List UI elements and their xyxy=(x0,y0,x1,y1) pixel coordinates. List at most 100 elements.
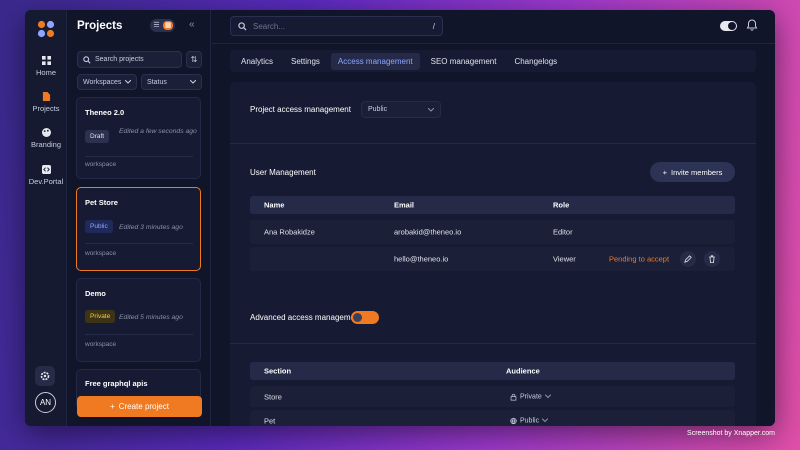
top-bar: Search... / xyxy=(212,10,775,44)
search-shortcut: / xyxy=(432,21,435,31)
project-access-label: Project access management xyxy=(250,105,351,114)
delete-user-button[interactable] xyxy=(704,251,720,267)
tab-access-management[interactable]: Access management xyxy=(330,52,420,70)
global-search-input[interactable]: Search... / xyxy=(230,16,443,36)
nav-item-label: Dev.Portal xyxy=(28,177,64,186)
project-name: Theneo 2.0 xyxy=(85,108,125,117)
view-toggle[interactable]: ☰ ▦ xyxy=(150,19,175,32)
workspaces-dropdown-label: Workspaces xyxy=(83,78,122,86)
column-header-name: Name xyxy=(264,200,285,210)
project-name: Free graphql apis xyxy=(85,379,148,388)
plus-icon: + xyxy=(662,167,668,177)
project-name: Pet Store xyxy=(85,198,118,207)
nav-item-projects[interactable]: Projects xyxy=(25,92,67,113)
column-header-email: Email xyxy=(394,200,415,210)
workspaces-dropdown[interactable]: Workspaces xyxy=(77,74,137,90)
search-placeholder: Search projects xyxy=(95,56,144,63)
table-row[interactable]: hello@theneo.io Viewer Pending to accept xyxy=(250,247,735,271)
chevron-down-icon xyxy=(125,80,131,84)
card-divider xyxy=(85,334,193,335)
column-header-section: Section xyxy=(264,366,292,376)
chevron-down-icon xyxy=(428,107,434,112)
theneo-logo-icon xyxy=(37,20,55,38)
watermark: Screenshot by Xnapper.com xyxy=(687,430,775,437)
main-content: Search... / Analytics Settings Access ma… xyxy=(212,10,775,426)
list-view-icon[interactable]: ☰ xyxy=(152,21,161,30)
user-email: hello@theneo.io xyxy=(394,254,449,264)
plus-icon: + xyxy=(110,402,115,411)
settings-button[interactable] xyxy=(35,366,55,386)
tab-settings[interactable]: Settings xyxy=(284,53,327,70)
project-search-input[interactable]: Search projects xyxy=(77,51,182,68)
search-icon xyxy=(238,21,247,31)
nav-item-branding[interactable]: Branding xyxy=(25,128,67,149)
gear-icon xyxy=(40,371,50,381)
audience-select[interactable]: Private xyxy=(510,393,551,400)
project-access-value: Public xyxy=(368,106,388,113)
document-icon xyxy=(42,92,50,101)
bell-icon[interactable] xyxy=(746,19,758,31)
tab-analytics[interactable]: Analytics xyxy=(234,53,280,70)
edited-time: Edited a few seconds ago xyxy=(119,128,197,135)
nav-item-label: Projects xyxy=(32,104,60,113)
globe-icon xyxy=(510,417,517,424)
projects-title: Projects xyxy=(77,20,123,32)
chevron-down-icon xyxy=(542,418,549,423)
chevron-down-icon xyxy=(190,80,196,84)
table-row[interactable]: Ana Robakidze arobakid@theneo.io Editor xyxy=(250,220,735,244)
status-badge: Private xyxy=(85,310,116,323)
card-divider xyxy=(85,243,193,244)
edit-user-button[interactable] xyxy=(680,251,696,267)
user-name: Ana Robakidze xyxy=(264,227,315,237)
tab-seo-management[interactable]: SEO management xyxy=(424,53,504,70)
create-project-button[interactable]: + Create project xyxy=(77,396,202,417)
status-badge: Public xyxy=(85,220,113,233)
column-header-role: Role xyxy=(553,200,570,210)
invite-members-label: Invite members xyxy=(671,167,723,177)
grid-view-icon[interactable]: ▦ xyxy=(163,21,173,30)
advanced-access-label: Advanced access management xyxy=(250,313,362,322)
section-divider xyxy=(230,143,756,144)
workspace-label: workspace xyxy=(85,341,117,348)
status-dropdown-label: Status xyxy=(147,78,167,86)
collapse-chevron-icon[interactable]: « xyxy=(189,19,195,30)
audience-value: Public xyxy=(520,417,540,424)
project-card-theneo[interactable]: Theneo 2.0 Draft Edited a few seconds ag… xyxy=(76,97,201,179)
advanced-access-toggle[interactable] xyxy=(351,311,379,324)
project-access-select[interactable]: Public xyxy=(361,101,441,118)
table-row[interactable]: Store Private xyxy=(250,386,735,407)
sort-button[interactable]: ⇅ xyxy=(186,51,202,68)
pending-status: Pending to accept xyxy=(609,254,670,264)
avatar[interactable]: AN xyxy=(35,392,56,413)
status-badge: Draft xyxy=(85,130,110,143)
section-name: Pet xyxy=(264,416,276,425)
user-role: Viewer xyxy=(553,254,576,264)
lock-icon xyxy=(510,393,517,400)
nav-item-home[interactable]: Home xyxy=(25,56,67,77)
edited-time: Edited 5 minutes ago xyxy=(119,314,183,321)
workspace-label: workspace xyxy=(85,161,117,168)
audience-select[interactable]: Public xyxy=(510,417,549,424)
nav-item-dev-portal[interactable]: Dev.Portal xyxy=(25,165,67,186)
tab-changelogs[interactable]: Changelogs xyxy=(507,53,564,70)
user-email: arobakid@theneo.io xyxy=(394,227,462,237)
table-row[interactable]: Pet Public xyxy=(250,410,735,426)
project-card-demo[interactable]: Demo Private Edited 5 minutes ago worksp… xyxy=(76,278,201,362)
section-divider xyxy=(230,343,756,344)
project-card-pet-store[interactable]: Pet Store Public Edited 3 minutes ago wo… xyxy=(76,187,201,271)
edited-time: Edited 3 minutes ago xyxy=(119,224,183,231)
search-placeholder: Search... xyxy=(253,21,286,31)
projects-panel: Projects ☰ ▦ « Search projects ⇅ Workspa… xyxy=(68,10,211,426)
nav-rail: Home Projects Branding Dev.Portal AN xyxy=(25,10,67,426)
pencil-icon xyxy=(684,255,692,263)
section-table-header: Section Audience xyxy=(250,362,735,380)
theme-toggle[interactable] xyxy=(720,21,737,31)
user-role: Editor xyxy=(553,227,573,237)
column-header-audience: Audience xyxy=(506,366,540,376)
invite-members-button[interactable]: + Invite members xyxy=(650,162,735,182)
trash-icon xyxy=(709,255,715,263)
code-icon xyxy=(41,165,51,174)
app-window: Home Projects Branding Dev.Portal AN Pro… xyxy=(25,10,775,426)
nav-item-label: Home xyxy=(35,68,56,77)
status-dropdown[interactable]: Status xyxy=(141,74,202,90)
